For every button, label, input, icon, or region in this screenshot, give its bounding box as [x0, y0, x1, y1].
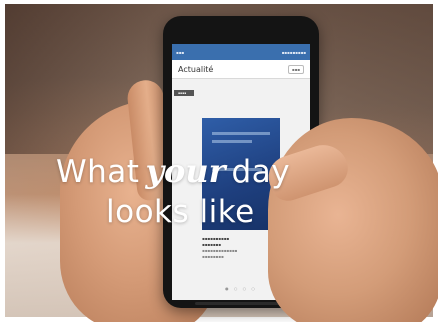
- app-top-bar: ▪▪▪ ▪▪▪▪▪▪▪▪▪: [172, 44, 310, 60]
- cover-text-line: [212, 140, 252, 143]
- section-title: Actualité: [178, 64, 214, 74]
- section-button: ▪▪▪: [287, 64, 304, 74]
- app-bar-right-text: ▪▪▪▪▪▪▪▪▪: [281, 49, 306, 55]
- app-bar-left-text: ▪▪▪: [176, 49, 185, 55]
- app-section-bar: Actualité ▪▪▪: [172, 60, 310, 79]
- cover-text-line: [212, 168, 262, 171]
- right-hand: [268, 118, 438, 322]
- phone-bottom-bezel: [195, 302, 287, 305]
- cover-text-line: [212, 132, 270, 135]
- category-tag: ▪▪▪▪: [174, 90, 195, 96]
- video-frame: ▪▪▪ ▪▪▪▪▪▪▪▪▪ Actualité ▪▪▪ ▪▪▪▪ ▪▪▪▪▪▪▪…: [0, 0, 438, 322]
